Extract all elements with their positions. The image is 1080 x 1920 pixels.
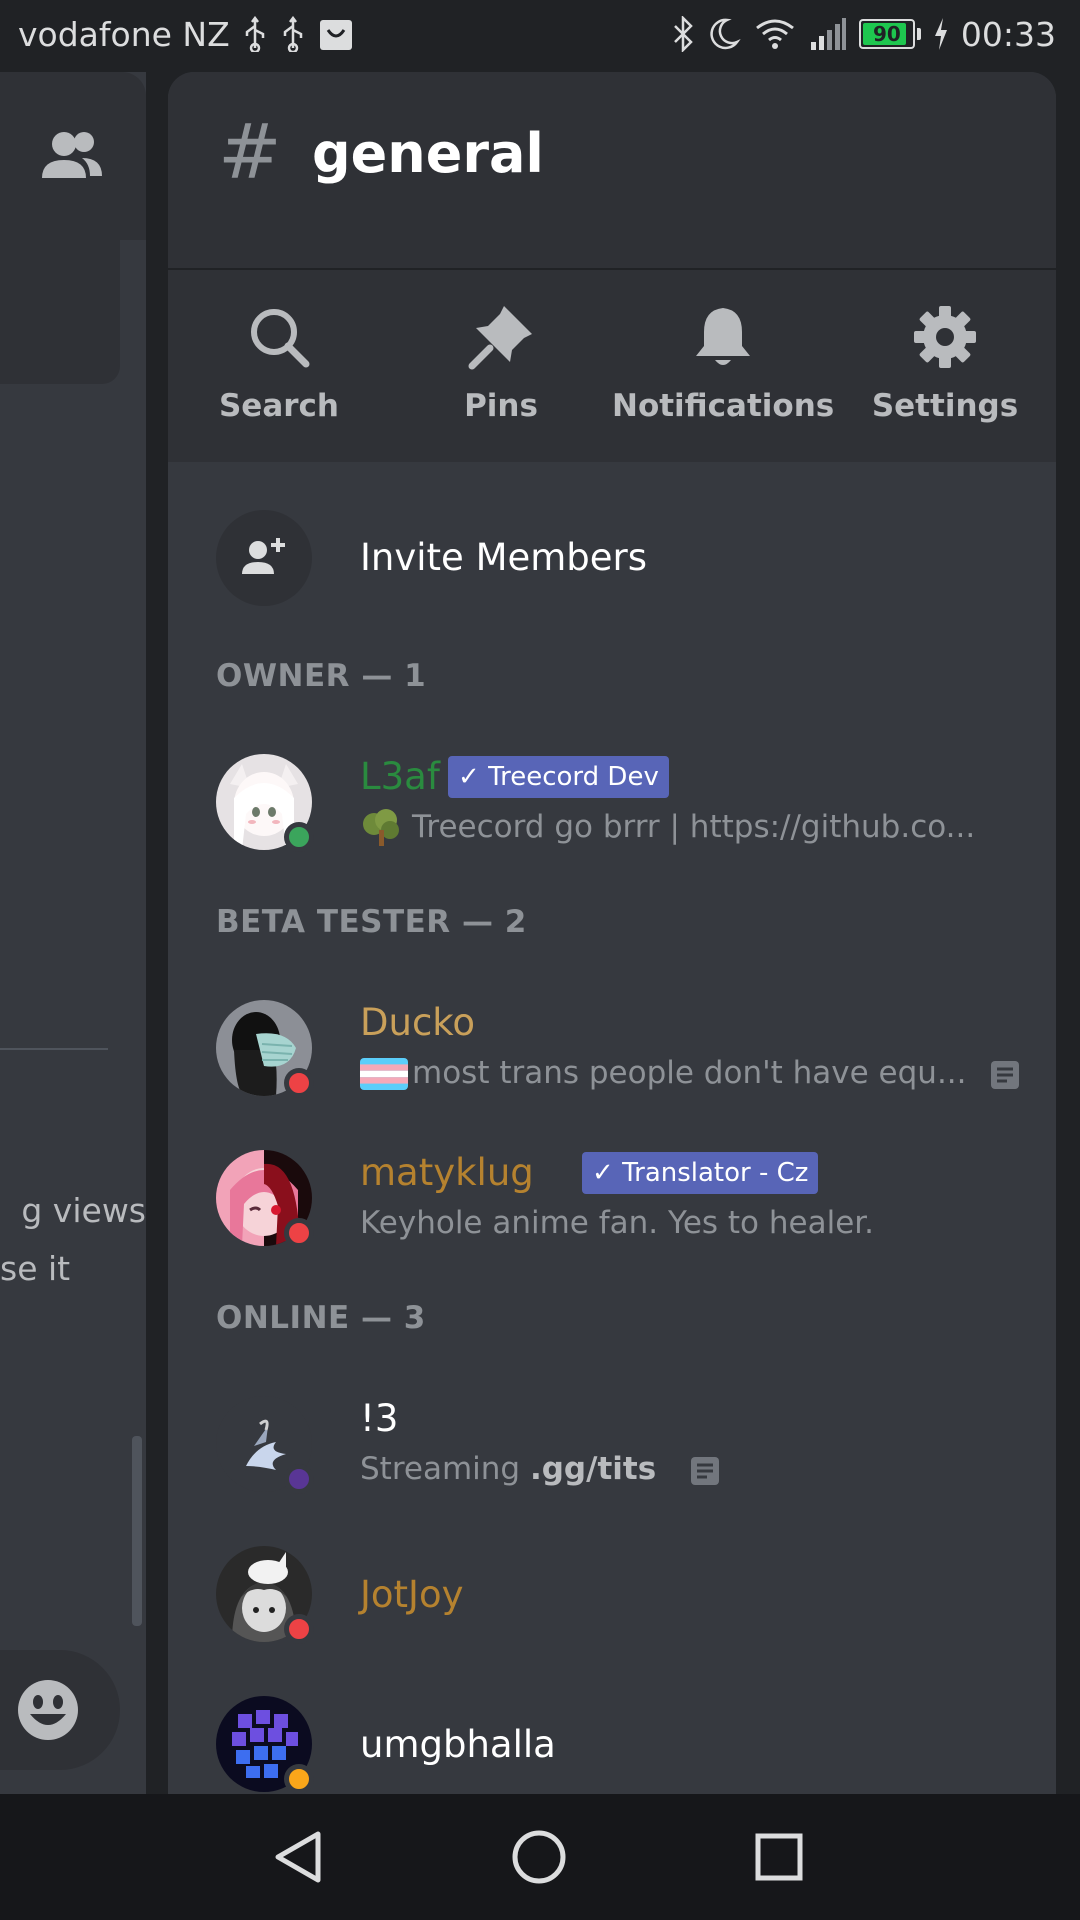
member-row[interactable]: Ducko most trans people don't have equ..… [216, 1000, 1026, 1098]
battery-level: 90 [872, 22, 901, 46]
usb-icon [242, 14, 268, 54]
pins-label: Pins [464, 388, 538, 424]
search-icon [244, 302, 314, 372]
badge-label: Treecord Dev [488, 762, 659, 792]
member-status: Treecord go brrr | https://github.co... [412, 809, 976, 845]
channel-actions: Search Pins Notifications Settings [168, 270, 1056, 462]
shopping-bag-icon [318, 14, 354, 54]
member-row[interactable]: matyklug ✓ Translator - Cz Keyhole anime… [216, 1150, 1026, 1248]
member-row[interactable]: umgbhalla [216, 1696, 1026, 1794]
channel-header: # general [168, 72, 1056, 270]
background-line-2: se it [0, 1249, 71, 1288]
status-link: .gg/tits [529, 1451, 657, 1487]
gear-icon [910, 302, 980, 372]
status-prefix: Streaming [360, 1451, 530, 1487]
battery-indicator: 90 [858, 19, 921, 49]
bell-icon [688, 302, 758, 372]
activity-icon [690, 1456, 720, 1486]
pin-icon [466, 302, 536, 372]
badge-label: Translator - Cz [622, 1158, 809, 1188]
presence-online [284, 822, 314, 852]
member-list: Invite Members OWNER — 1 L3af ✓ Treecord… [168, 462, 1056, 1794]
recents-icon [746, 1833, 812, 1894]
recents-button[interactable] [746, 1824, 812, 1890]
usb-icon [280, 14, 306, 54]
back-icon [266, 1831, 332, 1894]
members-icon[interactable] [40, 128, 104, 184]
notifications-label: Notifications [612, 388, 835, 424]
member-name: umgbhalla [360, 1723, 556, 1766]
invite-members-button[interactable]: Invite Members [216, 510, 1016, 606]
pins-button[interactable]: Pins [390, 270, 612, 462]
invite-members-label: Invite Members [360, 536, 648, 579]
background-line-1: g views [21, 1191, 146, 1230]
charging-icon [933, 14, 949, 54]
presence-dnd [284, 1614, 314, 1644]
member-badge: ✓ Translator - Cz [582, 1152, 819, 1194]
channel-drawer: # general Search Pins Notifications Sett… [168, 72, 1056, 1794]
signal-icon [809, 14, 847, 54]
search-label: Search [218, 388, 339, 424]
background-header [0, 72, 146, 240]
member-row[interactable]: JotJoy [216, 1546, 1026, 1644]
wifi-icon [753, 14, 797, 54]
member-status: most trans people don't have equ... [412, 1055, 967, 1091]
section-owner: OWNER — 1 [216, 658, 427, 694]
navigation-bar [0, 1794, 1080, 1920]
background-card [0, 240, 120, 384]
checkmark-icon: ✓ [458, 762, 489, 792]
member-name: matyklug [360, 1151, 534, 1194]
presence-dnd [284, 1068, 314, 1098]
emoji-icon [16, 1678, 80, 1742]
section-online: ONLINE — 3 [216, 1300, 426, 1336]
moon-icon [707, 14, 741, 54]
member-name: L3af [360, 755, 440, 798]
search-button[interactable]: Search [168, 270, 390, 462]
notifications-button[interactable]: Notifications [612, 270, 834, 462]
home-button[interactable] [506, 1824, 572, 1890]
member-status: Keyhole anime fan. Yes to healer. [360, 1205, 875, 1241]
settings-button[interactable]: Settings [834, 270, 1056, 462]
section-beta-tester: BETA TESTER — 2 [216, 904, 527, 940]
scrollbar[interactable] [132, 1436, 142, 1626]
member-name: Ducko [360, 1001, 476, 1044]
settings-label: Settings [871, 388, 1019, 424]
bluetooth-icon [671, 14, 695, 54]
add-user-icon [242, 534, 288, 580]
trans-flag-icon [360, 1058, 408, 1090]
presence-dnd [284, 1218, 314, 1248]
member-row[interactable]: !3 Streaming .gg/tits [216, 1396, 1026, 1494]
member-status: Streaming .gg/tits [360, 1448, 656, 1490]
member-name: !3 [360, 1397, 399, 1440]
background-message-text: g views se it [0, 1182, 146, 1298]
emoji-button[interactable] [0, 1650, 120, 1770]
tree-icon [360, 808, 402, 848]
member-row[interactable]: L3af ✓ Treecord Dev Treecord go brrr | h… [216, 754, 1026, 852]
back-button[interactable] [266, 1824, 332, 1890]
clock: 00:33 [960, 14, 1056, 54]
background-chat-panel: g views se it [0, 72, 146, 1794]
channel-title: general [312, 122, 544, 185]
invite-circle [216, 510, 312, 606]
home-icon [506, 1830, 572, 1894]
member-name: JotJoy [360, 1573, 464, 1616]
channel-hash-icon: # [218, 107, 282, 196]
activity-icon [990, 1060, 1020, 1090]
presence-streaming [284, 1464, 314, 1494]
member-badge: ✓ Treecord Dev [448, 756, 669, 798]
carrier-label: vodafone NZ [18, 14, 230, 54]
divider [0, 1048, 108, 1050]
presence-idle [284, 1764, 314, 1794]
status-bar: vodafone NZ 90 00:33 [0, 0, 1080, 72]
checkmark-icon: ✓ [592, 1158, 623, 1188]
